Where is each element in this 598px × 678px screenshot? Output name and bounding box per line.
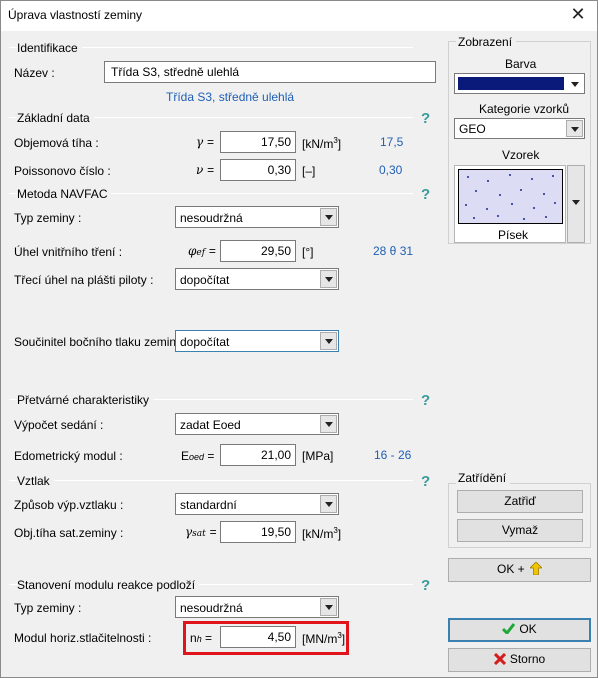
title-bar: Úprava vlastností zeminy ✕: [1, 1, 597, 31]
navfac-help-icon[interactable]: ?: [421, 186, 430, 203]
basic-help-icon[interactable]: ?: [421, 110, 430, 127]
sat-weight-label: Obj.tíha sat.zeminy :: [14, 526, 124, 540]
name-label: Název :: [14, 66, 55, 80]
category-label: Kategorie vzorků: [479, 102, 570, 116]
sat-weight-symbol: γsat =: [185, 525, 217, 539]
window-title: Úprava vlastností zeminy: [8, 8, 143, 22]
oedometric-unit: [MPa]: [302, 449, 334, 463]
chevron-down-icon[interactable]: [320, 415, 337, 433]
pile-friction-select[interactable]: dopočítat: [175, 268, 339, 290]
unit-weight-symbol: γ =: [196, 135, 215, 149]
pattern-dropdown-button[interactable]: [567, 165, 585, 243]
deformation-help-icon[interactable]: ?: [421, 392, 430, 409]
close-icon[interactable]: ✕: [561, 2, 595, 28]
subgrade-soil-type-label: Typ zeminy :: [14, 601, 82, 615]
uplift-mode-select[interactable]: standardní: [175, 493, 339, 515]
oedometric-label: Edometrický modul :: [14, 449, 123, 463]
chevron-down-icon[interactable]: [320, 495, 337, 513]
subgrade-soil-type-value: nesoudržná: [180, 601, 243, 615]
color-label: Barva: [505, 57, 537, 71]
sat-weight-input[interactable]: 19,50: [220, 521, 296, 543]
horizontal-modulus-label: Modul horiz.stlačitelnosti :: [14, 631, 152, 645]
chevron-down-icon[interactable]: [320, 598, 337, 616]
navfac-soil-type-select[interactable]: nesoudržná: [175, 206, 339, 228]
deformation-section-title: Přetvárné charakteristiky: [17, 393, 154, 407]
subgrade-section-title: Stanovení modulu reakce podloží: [17, 578, 200, 592]
settlement-select[interactable]: zadat Eoed: [175, 413, 339, 435]
ok-label: OK: [519, 622, 537, 636]
cancel-button[interactable]: Storno: [448, 648, 591, 672]
horizontal-modulus-input[interactable]: 4,50: [220, 626, 296, 648]
classification-group-title: Zatřídění: [456, 471, 511, 485]
chevron-down-icon[interactable]: [320, 332, 337, 350]
arrow-up-icon: [529, 561, 543, 576]
oedometric-symbol: Eoed =: [181, 449, 215, 463]
lateral-pressure-label: Součinitel bočního tlaku zeminy :: [14, 335, 189, 349]
basic-section-title: Základní data: [17, 111, 94, 125]
horizontal-modulus-symbol: nh =: [190, 631, 213, 645]
chevron-down-icon[interactable]: [320, 270, 337, 288]
sat-weight-unit: [kN/m3]: [302, 526, 342, 541]
pile-friction-value: dopočítat: [180, 273, 230, 287]
category-select[interactable]: GEO: [454, 118, 585, 139]
unit-weight-label: Objemová tíha :: [14, 136, 99, 150]
friction-angle-input[interactable]: 29,50: [220, 240, 296, 262]
display-group-title: Zobrazení: [456, 35, 517, 49]
subgrade-help-icon[interactable]: ?: [421, 577, 430, 594]
friction-angle-symbol: φef =: [188, 244, 216, 258]
friction-angle-unit: [°]: [302, 245, 314, 259]
identification-section-title: Identifikace: [17, 41, 82, 55]
chevron-down-icon[interactable]: [320, 208, 337, 226]
poisson-label: Poissonovo číslo :: [14, 164, 111, 178]
ok-button[interactable]: OK: [448, 618, 591, 642]
sand-pattern-icon: [458, 169, 563, 224]
poisson-symbol: ν =: [196, 163, 215, 177]
chevron-down-icon[interactable]: [566, 75, 583, 93]
unit-weight-hint: 17,5: [380, 135, 404, 149]
poisson-hint: 0,30: [379, 163, 403, 177]
clear-button[interactable]: Vymaž: [457, 519, 583, 542]
friction-angle-hint: 28 θ 31: [373, 244, 414, 258]
category-value: GEO: [459, 122, 486, 136]
pattern-box[interactable]: Písek: [454, 165, 566, 243]
lateral-pressure-value: dopočítat: [180, 335, 230, 349]
name-input[interactable]: Třída S3, středně ulehlá: [104, 61, 436, 83]
uplift-section-title: Vztlak: [17, 474, 54, 488]
oedometric-input[interactable]: 21,00: [220, 444, 296, 466]
navfac-soil-type-label: Typ zeminy :: [14, 211, 82, 225]
pattern-label: Vzorek: [502, 148, 540, 162]
checkmark-icon: [502, 623, 516, 636]
pattern-name: Písek: [498, 228, 529, 242]
cancel-label: Storno: [509, 652, 546, 666]
ok-plus-button[interactable]: OK +: [448, 558, 591, 582]
lateral-pressure-select[interactable]: dopočítat: [175, 330, 339, 352]
subgrade-soil-type-select[interactable]: nesoudržná: [175, 596, 339, 618]
navfac-soil-type-value: nesoudržná: [180, 211, 243, 225]
color-select[interactable]: [454, 73, 585, 94]
oedometric-hint: 16 - 26: [374, 448, 412, 462]
ok-plus-label: OK +: [496, 562, 525, 576]
uplift-help-icon[interactable]: ?: [421, 473, 430, 490]
settlement-label: Výpočet sedání :: [14, 418, 104, 432]
unit-weight-input[interactable]: 17,50: [220, 131, 296, 153]
classify-button[interactable]: Zatřiď: [457, 490, 583, 513]
poisson-unit: [–]: [302, 164, 316, 178]
chevron-down-icon[interactable]: [566, 120, 583, 137]
friction-angle-label: Úhel vnitřního tření :: [14, 245, 123, 259]
uplift-mode-value: standardní: [180, 498, 237, 512]
chevron-down-icon: [572, 200, 580, 205]
settlement-value: zadat Eoed: [180, 418, 241, 432]
uplift-divider: [9, 480, 413, 481]
color-swatch: [458, 77, 564, 90]
horizontal-modulus-unit: [MN/m3]: [302, 631, 346, 646]
pile-friction-label: Třecí úhel na plášti piloty :: [14, 273, 154, 287]
uplift-mode-label: Způsob výp.vztlaku :: [14, 498, 124, 512]
navfac-section-title: Metoda NAVFAC: [17, 187, 112, 201]
cross-icon: [493, 652, 506, 666]
unit-weight-unit: [kN/m3]: [302, 136, 342, 151]
name-hint: Třída S3, středně ulehlá: [166, 90, 295, 104]
dialog-window: Úprava vlastností zeminy ✕ Identifikace …: [0, 0, 598, 678]
poisson-input[interactable]: 0,30: [220, 159, 296, 181]
